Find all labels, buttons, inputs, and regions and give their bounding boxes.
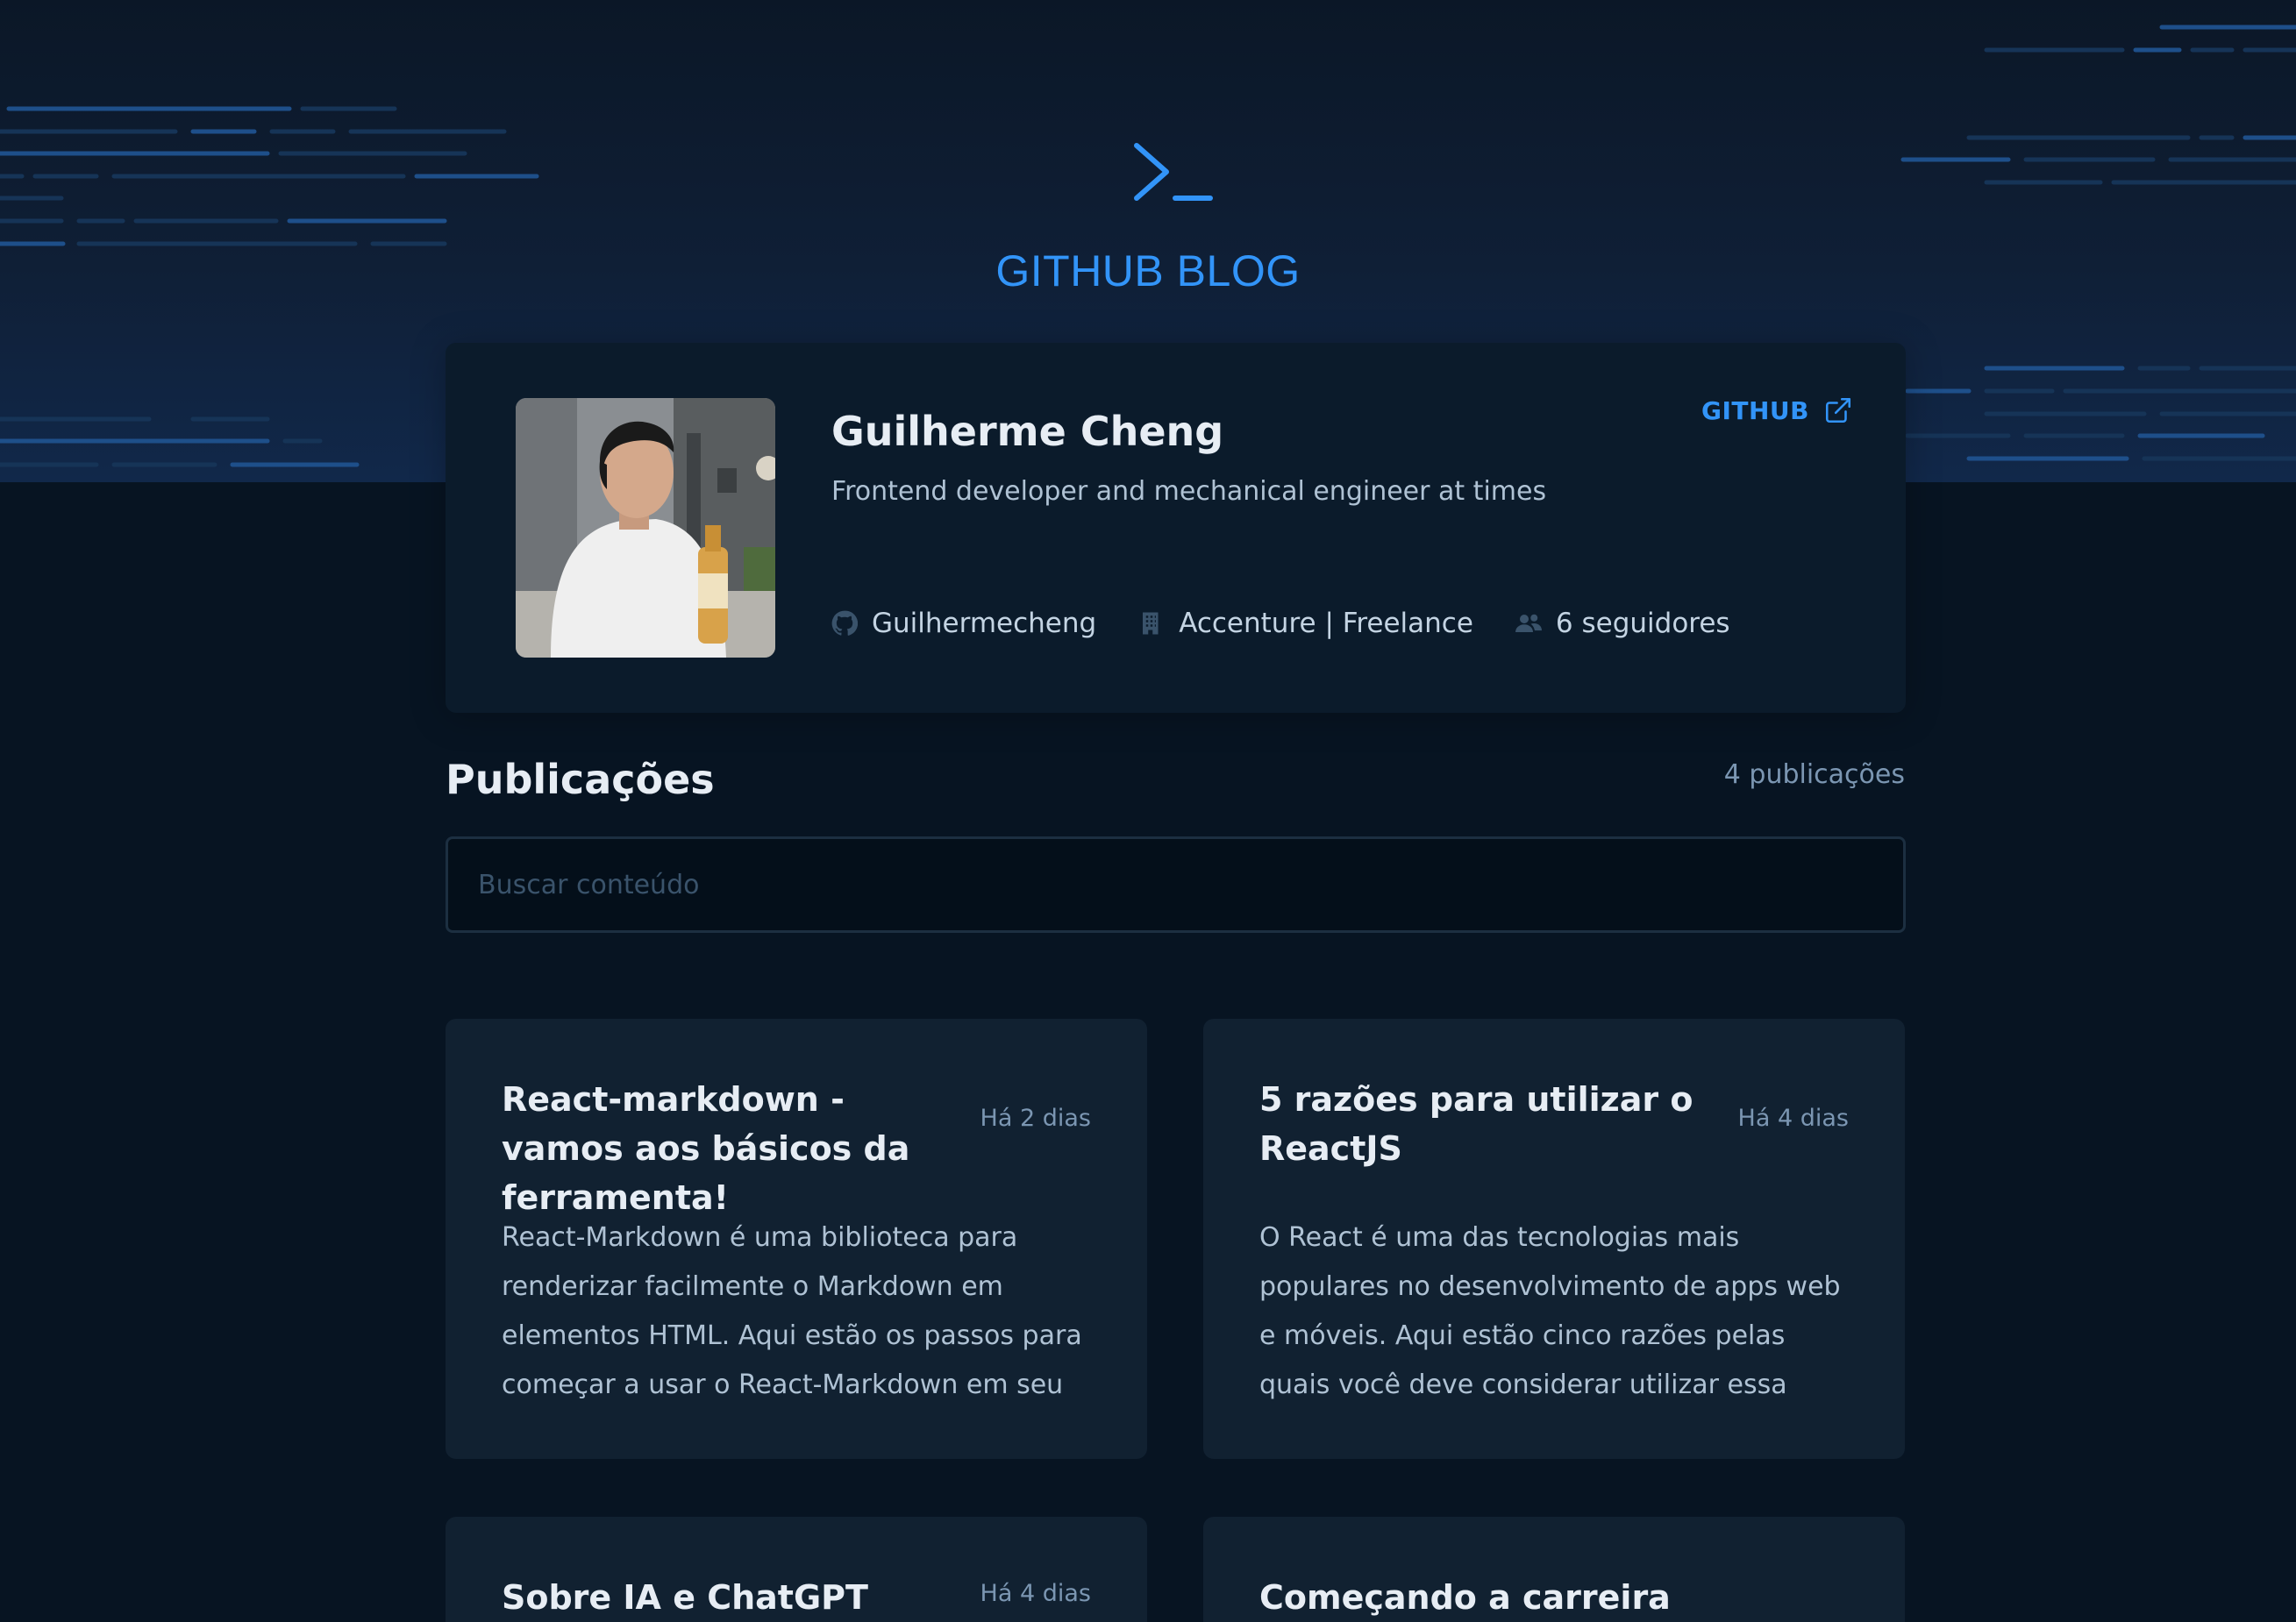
page: GITHUB BLOG Guilherme Cheng GITHUB Front… — [0, 0, 2296, 1622]
post-title: 5 razões para utilizar o ReactJS — [1259, 1080, 1693, 1168]
username-text: Guilhermecheng — [872, 608, 1097, 639]
post-excerpt: React-Markdown é uma biblioteca para ren… — [502, 1222, 1082, 1400]
building-icon — [1143, 612, 1159, 635]
meta-company: Accenture | Freelance — [1138, 608, 1473, 639]
post-card[interactable]: Sobre IA e ChatGPT Há 4 dias — [446, 1517, 1147, 1622]
followers-text: 6 seguidores — [1555, 608, 1730, 639]
profile-name: Guilherme Cheng — [831, 408, 1224, 455]
avatar — [516, 398, 775, 658]
post-title: React-markdown - vamos aos básicos da fe… — [502, 1080, 910, 1217]
post-date: Há 2 dias — [980, 1105, 1091, 1132]
post-card[interactable]: 5 razões para utilizar o ReactJS Há 4 di… — [1203, 1019, 1905, 1459]
post-title: Sobre IA e ChatGPT — [502, 1578, 868, 1617]
users-icon — [1515, 614, 1542, 632]
post-date: Há 4 dias — [1737, 1105, 1849, 1132]
meta-username: Guilhermecheng — [831, 608, 1096, 639]
post-excerpt: O React é uma das tecnologias mais popul… — [1259, 1222, 1841, 1400]
profile-meta: Guilhermecheng Accenture | Freelance 6 s… — [831, 608, 1730, 639]
post-title: Começando a carreira na — [1259, 1578, 1671, 1617]
post-date: Há 4 dias — [980, 1580, 1091, 1607]
company-text: Accenture | Freelance — [1179, 608, 1473, 639]
github-link[interactable]: GITHUB — [1701, 395, 1853, 425]
search-input[interactable] — [446, 836, 1906, 933]
profile-bio: Frontend developer and mechanical engine… — [831, 476, 1547, 507]
publications-count: 4 publicações — [1723, 759, 1905, 790]
publications-title: Publicações — [446, 756, 715, 803]
post-card[interactable]: React-markdown - vamos aos básicos da fe… — [446, 1019, 1147, 1459]
github-link-label: GITHUB — [1701, 395, 1809, 425]
terminal-prompt-icon — [1134, 143, 1213, 201]
github-icon — [831, 610, 858, 636]
meta-followers: 6 seguidores — [1515, 608, 1730, 639]
post-card[interactable]: Começando a carreira na — [1203, 1517, 1905, 1622]
external-link-icon — [1825, 397, 1851, 423]
brand-title: GITHUB BLOG — [995, 246, 1301, 295]
profile-card: Guilherme Cheng GITHUB Frontend develope… — [446, 343, 1906, 713]
